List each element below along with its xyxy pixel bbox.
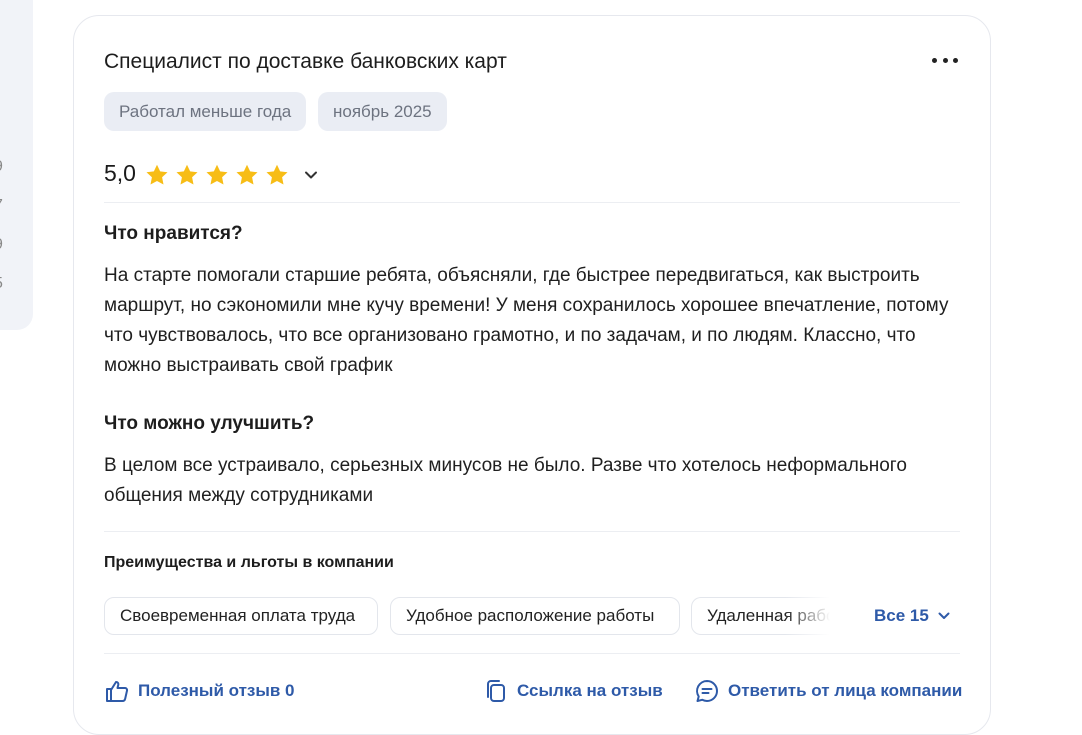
copy-link-icon xyxy=(487,680,505,702)
star-icon xyxy=(266,164,288,185)
divider xyxy=(104,653,960,654)
useful-review-button[interactable]: Полезный отзыв 0 xyxy=(104,678,295,704)
star-icon xyxy=(146,164,168,185)
more-dot-icon xyxy=(942,57,948,63)
benefits-fade xyxy=(785,597,845,635)
copy-link-button[interactable]: Ссылка на отзыв xyxy=(483,678,663,704)
divider xyxy=(104,202,960,203)
improve-heading: Что можно улучшить? xyxy=(104,413,315,434)
sidebar-number: 9 xyxy=(0,158,3,176)
star-icon xyxy=(176,164,198,185)
reply-as-company-label: Ответить от лица компании xyxy=(728,681,963,700)
reply-as-company-button[interactable]: Ответить от лица компании xyxy=(694,678,962,704)
more-dot-icon xyxy=(932,57,937,63)
likes-heading: Что нравится? xyxy=(104,223,243,244)
all-benefits-label: Все 15 xyxy=(874,606,929,625)
rating-stars xyxy=(144,162,290,188)
benefits-title: Преимущества и льготы в компании xyxy=(104,554,394,571)
date-tag: ноябрь 2025 xyxy=(318,92,447,131)
more-dot-icon xyxy=(953,57,958,63)
sidebar-number: 5 xyxy=(0,275,3,293)
sidebar-number: 9 xyxy=(0,236,3,254)
rating-value: 5,0 xyxy=(104,160,136,186)
likes-text: На старте помогали старшие ребята, объяс… xyxy=(104,265,949,376)
all-benefits-button[interactable]: Все 15 xyxy=(874,606,951,626)
sidebar-number: 7 xyxy=(0,197,3,215)
review-title: Специалист по доставке банковских карт xyxy=(104,50,507,73)
benefit-chip[interactable]: Своевременная оплата труда xyxy=(104,597,378,635)
chat-bubble-icon xyxy=(696,680,718,703)
copy-link-label: Ссылка на отзыв xyxy=(517,681,663,700)
useful-review-label: Полезный отзыв 0 xyxy=(138,681,295,700)
tenure-tag: Работал меньше года xyxy=(104,92,307,131)
star-icon xyxy=(236,164,258,185)
more-options-button[interactable] xyxy=(930,50,960,70)
chevron-down-icon xyxy=(938,612,950,619)
chevron-down-icon[interactable] xyxy=(302,166,320,184)
star-icon xyxy=(206,164,228,185)
left-sidebar-panel xyxy=(0,0,33,330)
divider xyxy=(104,531,960,532)
improve-text: В целом все устраивало, серьезных минусо… xyxy=(104,455,907,506)
thumbs-up-icon xyxy=(106,681,129,702)
benefit-chip[interactable]: Удобное расположение работы xyxy=(390,597,680,635)
